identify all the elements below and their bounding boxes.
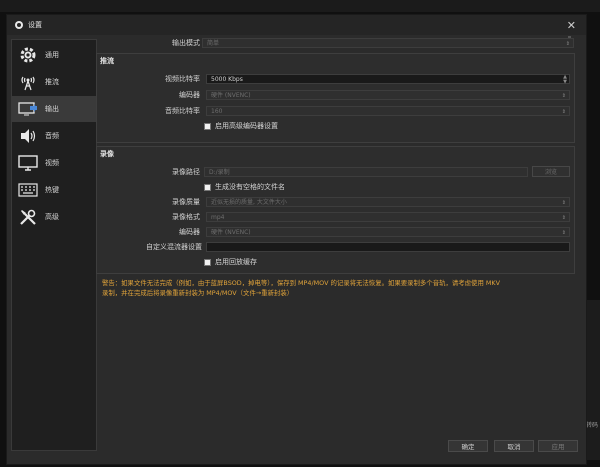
chevron-updown-icon: ⇕ <box>561 200 566 206</box>
chevron-updown-icon: ⇕ <box>561 230 566 236</box>
window-title: 设置 <box>28 21 42 29</box>
video-bitrate-input[interactable]: 5000 Kbps ▲ ▼ <box>206 74 570 85</box>
background-strip-top <box>0 0 600 12</box>
replay-buffer-checkbox[interactable] <box>204 258 211 266</box>
record-quality-select[interactable]: 近似无损的质量, 大文件大小 ⇕ <box>206 197 570 207</box>
output-mode-select[interactable]: 简单 ⇕ <box>202 38 574 48</box>
no-space-filename-checkbox-row[interactable]: 生成没有空格的文件名 <box>204 182 285 192</box>
audio-bitrate-select[interactable]: 160 ⇕ <box>206 106 570 116</box>
record-encoder-select[interactable]: 硬件 (NVENC) ⇕ <box>206 227 570 237</box>
close-button[interactable]: ✕ <box>567 19 576 32</box>
record-quality-value: 近似无损的质量, 大文件大小 <box>211 199 287 206</box>
keyboard-icon <box>17 180 39 200</box>
sidebar-item-label: 通用 <box>45 51 59 59</box>
sidebar-item-general[interactable]: 通用 <box>12 42 96 68</box>
record-encoder-label: 编码器 <box>179 228 200 236</box>
video-bitrate-label: 视频比特率 <box>165 75 200 83</box>
background-edge-label: 转码 <box>586 422 599 429</box>
display-icon <box>17 153 39 173</box>
audio-bitrate-value: 160 <box>211 108 223 115</box>
replay-buffer-checkbox-label: 启用回放缓存 <box>215 258 257 266</box>
cancel-button[interactable]: 取消 <box>494 440 534 452</box>
video-bitrate-value: 5000 Kbps <box>211 76 243 83</box>
sidebar-item-audio[interactable]: 音频 <box>12 123 96 149</box>
chevron-updown-icon: ⇕ <box>561 93 566 99</box>
advanced-encoder-checkbox-label: 启用高级编码器设置 <box>215 122 278 130</box>
sidebar-item-video[interactable]: 视频 <box>12 150 96 176</box>
advanced-encoder-checkbox-row[interactable]: 启用高级编码器设置 <box>204 121 278 131</box>
record-path-input[interactable]: D:/录制 <box>204 167 528 177</box>
speaker-icon <box>17 126 39 146</box>
ok-button[interactable]: 确定 <box>448 440 488 452</box>
record-encoder-value: 硬件 (NVENC) <box>211 229 251 236</box>
sidebar-item-label: 视频 <box>45 159 59 167</box>
apply-button[interactable]: 应用 <box>538 440 578 452</box>
antenna-icon <box>17 72 39 92</box>
audio-bitrate-label: 音频比特率 <box>165 107 200 115</box>
no-space-filename-checkbox-label: 生成没有空格的文件名 <box>215 183 285 191</box>
gear-icon <box>17 45 39 65</box>
chevron-updown-icon: ⇕ <box>565 41 570 47</box>
sidebar-item-output[interactable]: 输出 <box>12 96 96 122</box>
sidebar-item-label: 推流 <box>45 78 59 86</box>
chevron-updown-icon: ⇕ <box>561 109 566 115</box>
background-strip-right <box>586 300 600 460</box>
tools-icon <box>17 207 39 227</box>
muxer-settings-input[interactable] <box>206 242 570 252</box>
spinner-arrows-icon: ▲ ▼ <box>563 74 567 85</box>
title-bar: 设置 ✕ <box>7 15 586 35</box>
sidebar-item-label: 高级 <box>45 213 59 221</box>
obs-logo-icon <box>15 21 23 29</box>
record-format-select[interactable]: mp4 ⇕ <box>206 212 570 222</box>
sidebar-item-stream[interactable]: 推流 <box>12 69 96 95</box>
recording-group <box>96 146 575 274</box>
stream-encoder-label: 编码器 <box>179 91 200 99</box>
record-format-label: 录像格式 <box>172 213 200 221</box>
muxer-settings-label: 自定义混流器设置 <box>146 243 202 251</box>
warning-line-1: 警告：如果文件无法完成（例如，由于蓝屏BSOD，掉电等），保存到 MP4/MOV… <box>102 279 500 287</box>
record-path-label: 录像路径 <box>172 168 200 176</box>
settings-sidebar: 通用 推流 输出 音频 视频 热键 高级 <box>11 39 97 451</box>
output-mode-value: 简单 <box>207 40 220 47</box>
monitor-output-icon <box>17 99 39 119</box>
sidebar-item-advanced[interactable]: 高级 <box>12 204 96 230</box>
no-space-filename-checkbox[interactable] <box>204 183 211 191</box>
chevron-updown-icon: ⇕ <box>561 215 566 221</box>
stream-encoder-select[interactable]: 硬件 (NVENC) ⇕ <box>206 90 570 100</box>
advanced-encoder-checkbox[interactable] <box>204 122 211 130</box>
streaming-group-title: 推流 <box>100 57 114 65</box>
sidebar-item-label: 热键 <box>45 186 59 194</box>
replay-buffer-checkbox-row[interactable]: 启用回放缓存 <box>204 257 257 267</box>
record-quality-label: 录像质量 <box>172 198 200 206</box>
browse-button[interactable]: 浏览 <box>532 166 570 177</box>
recording-group-title: 录像 <box>100 150 114 158</box>
record-path-value: D:/录制 <box>209 169 230 176</box>
record-format-value: mp4 <box>211 214 225 221</box>
output-mode-label: 输出模式 <box>172 39 200 47</box>
stream-encoder-value: 硬件 (NVENC) <box>211 92 251 99</box>
warning-line-2: 录制，并在完成后将录像重新封装为 MP4/MOV（文件→重新封装） <box>102 289 294 297</box>
warning-message: 警告：如果文件无法完成（例如，由于蓝屏BSOD，掉电等），保存到 MP4/MOV… <box>102 278 582 298</box>
sidebar-item-label: 输出 <box>45 105 59 113</box>
sidebar-item-hotkeys[interactable]: 热键 <box>12 177 96 203</box>
sidebar-item-label: 音频 <box>45 132 59 140</box>
